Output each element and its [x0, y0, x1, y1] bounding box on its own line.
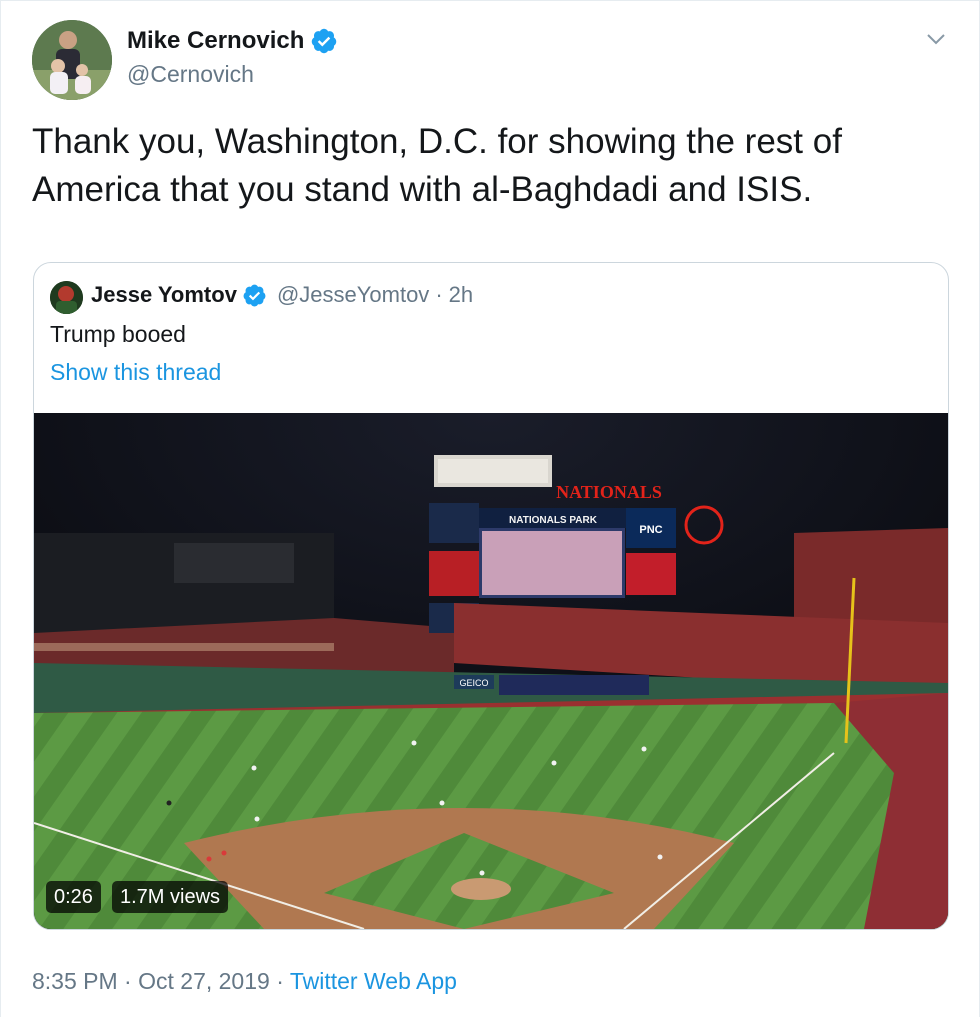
author-avatar[interactable]: [32, 20, 112, 100]
author-handle[interactable]: @Cernovich: [127, 61, 254, 88]
show-thread-link[interactable]: Show this thread: [50, 359, 221, 386]
source-app-link[interactable]: Twitter Web App: [290, 968, 457, 994]
quoted-tweet-text: Trump booed: [50, 321, 186, 347]
geico-sign: GEICO: [459, 678, 488, 688]
scoreboard-label: NATIONALS PARK: [509, 515, 598, 526]
video-duration-badge: 0:26: [46, 881, 101, 913]
quoted-author-handle: @JesseYomtov: [276, 282, 430, 307]
verified-badge-icon: [243, 284, 266, 306]
stadium-video-frame: NATIONALS PARK PNC NATIONALS GEICO: [34, 413, 948, 929]
tweet-meta-footer: 8:35 PM · Oct 27, 2019 · Twitter Web App: [32, 968, 457, 995]
separator-dot: ·: [276, 968, 284, 994]
separator-dot: ·: [124, 968, 132, 994]
quoted-author-avatar: [50, 281, 83, 314]
quoted-timestamp: 2h: [448, 282, 474, 307]
quoted-tweet[interactable]: Jesse Yomtov @JesseYomtov · 2h Trump boo…: [33, 262, 949, 930]
tweet-time[interactable]: 8:35 PM: [32, 968, 118, 994]
pnc-sign: PNC: [639, 524, 662, 536]
nationals-sign: NATIONALS: [556, 482, 662, 502]
author-name[interactable]: Mike Cernovich: [127, 27, 304, 55]
chevron-down-icon[interactable]: [924, 29, 948, 49]
verified-badge-icon: [312, 28, 337, 54]
tweet-text: Thank you, Washington, D.C. for showing …: [32, 122, 842, 209]
video-player[interactable]: NATIONALS PARK PNC NATIONALS GEICO 0:26 …: [34, 413, 948, 929]
tweet-date[interactable]: Oct 27, 2019: [138, 968, 270, 994]
separator-dot: ·: [435, 282, 443, 307]
quoted-author-name: Jesse Yomtov: [91, 282, 237, 307]
video-views-badge: 1.7M views: [112, 881, 229, 913]
